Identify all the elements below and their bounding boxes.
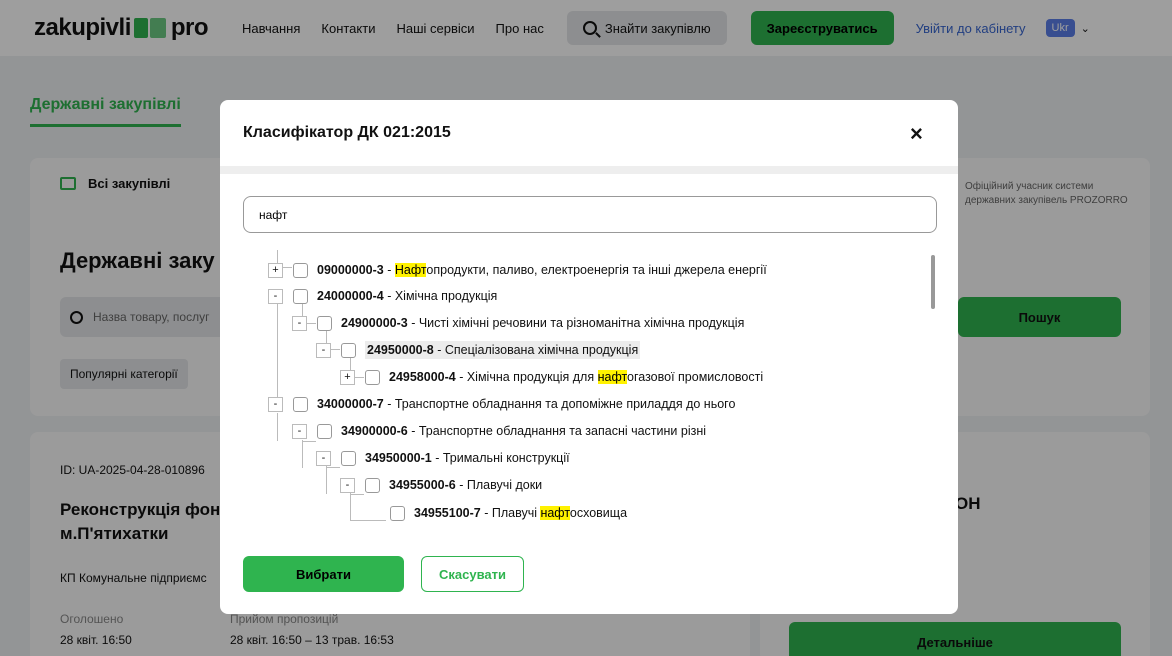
node-label[interactable]: 09000000-3 - Нафтопродукти, паливо, елек…	[317, 263, 767, 277]
tree-node-highlighted: - 24950000-8 - Спеціалізована хімічна пр…	[316, 337, 641, 363]
close-icon[interactable]: ×	[910, 122, 923, 146]
node-checkbox[interactable]	[341, 342, 356, 358]
node-label[interactable]: 34955000-6 - Плавучі доки	[389, 478, 542, 492]
collapse-icon[interactable]: -	[292, 315, 307, 331]
tree-node: - 24900000-3 - Чисті хімічні речовини та…	[292, 310, 744, 336]
collapse-icon[interactable]: -	[340, 477, 355, 493]
tree-node: - 34955000-6 - Плавучі доки	[340, 472, 542, 498]
tree-node: - 34000000-7 - Транспортне обладнання та…	[268, 391, 735, 417]
tree-connector	[350, 520, 386, 521]
collapse-icon[interactable]: -	[268, 288, 283, 304]
node-checkbox[interactable]	[293, 262, 308, 278]
classifier-search-input[interactable]	[243, 196, 937, 233]
tree-node: - 34900000-6 - Транспортне обладнання та…	[292, 418, 706, 444]
node-label[interactable]: 24950000-8 - Спеціалізована хімічна прод…	[365, 341, 641, 359]
collapse-icon[interactable]: -	[316, 450, 331, 466]
node-checkbox[interactable]	[365, 477, 380, 493]
tree-connector	[302, 440, 303, 468]
node-checkbox[interactable]	[341, 450, 356, 466]
classifier-modal: Класифікатор ДК 021:2015 × + 09000000-3 …	[220, 100, 958, 614]
node-checkbox[interactable]	[317, 315, 332, 331]
modal-divider	[220, 166, 958, 174]
scrollbar-thumb[interactable]	[931, 255, 935, 309]
tree-connector	[277, 294, 278, 403]
tree-node: - 24000000-4 - Хімічна продукція	[268, 283, 497, 309]
node-label[interactable]: 34000000-7 - Транспортне обладнання та д…	[317, 397, 735, 411]
tree-node: + 24958000-4 - Хімічна продукція для наф…	[340, 364, 763, 390]
collapse-icon[interactable]: -	[292, 423, 307, 439]
choose-button[interactable]: Вибрати	[243, 556, 404, 592]
node-checkbox[interactable]	[293, 288, 308, 304]
tree-node: 34955100-7 - Плавучі нафтосховища	[390, 500, 627, 526]
cancel-button[interactable]: Скасувати	[421, 556, 524, 592]
node-label[interactable]: 24000000-4 - Хімічна продукція	[317, 289, 497, 303]
node-label[interactable]: 34955100-7 - Плавучі нафтосховища	[414, 506, 627, 520]
node-checkbox[interactable]	[317, 423, 332, 439]
node-label[interactable]: 24900000-3 - Чисті хімічні речовини та р…	[341, 316, 744, 330]
classifier-tree: + 09000000-3 - Нафтопродукти, паливо, ел…	[220, 250, 930, 534]
modal-title: Класифікатор ДК 021:2015	[243, 124, 451, 141]
node-label[interactable]: 24958000-4 - Хімічна продукція для нафто…	[389, 370, 763, 384]
node-checkbox[interactable]	[293, 396, 308, 412]
tree-node: + 09000000-3 - Нафтопродукти, паливо, ел…	[268, 257, 767, 283]
collapse-icon[interactable]: -	[316, 342, 331, 358]
node-label[interactable]: 34900000-6 - Транспортне обладнання та з…	[341, 424, 706, 438]
node-checkbox[interactable]	[390, 505, 405, 521]
node-checkbox[interactable]	[365, 369, 380, 385]
collapse-icon[interactable]: -	[268, 396, 283, 412]
tree-connector	[277, 413, 278, 441]
expand-icon[interactable]: +	[340, 369, 355, 385]
expand-icon[interactable]: +	[268, 262, 283, 278]
tree-node: - 34950000-1 - Тримальні конструкції	[316, 445, 570, 471]
node-label[interactable]: 34950000-1 - Тримальні конструкції	[365, 451, 570, 465]
